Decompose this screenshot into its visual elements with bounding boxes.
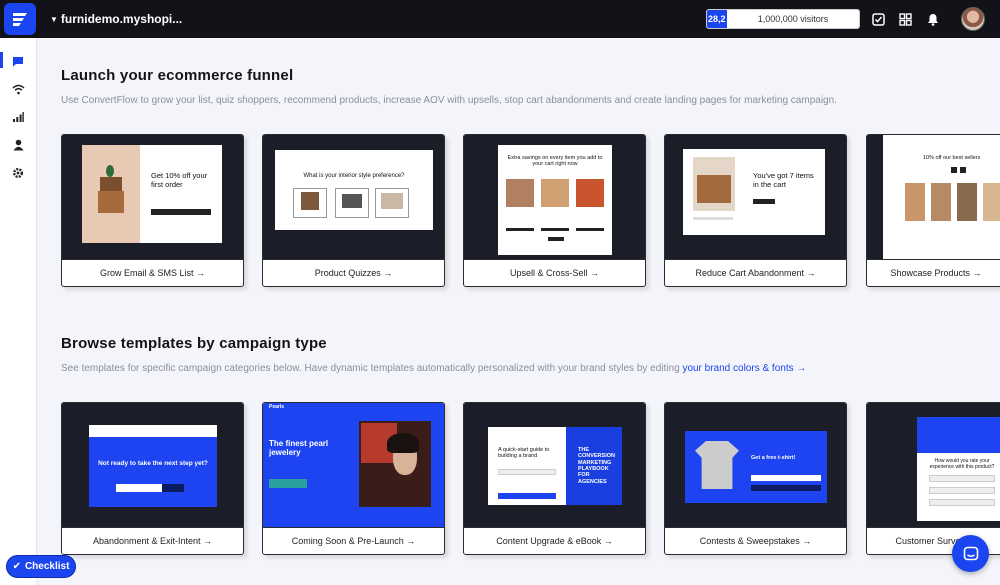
card-label: Contests & Sweepstakes → <box>665 527 846 554</box>
funnel-card-cart-abandonment[interactable]: You've got 7 items in the cart Reduce Ca… <box>664 134 847 287</box>
card-label: Content Upgrade & eBook → <box>464 527 645 554</box>
preview-heading: The finest pearl jewelery <box>269 439 329 458</box>
card-preview: What is your interior style preference? <box>263 135 444 260</box>
preview-heading: A quick-start guide to building a brand <box>498 447 550 460</box>
preview-heading: Get a free t-shirt! <box>751 455 796 461</box>
brand-colors-link[interactable]: your brand colors & fonts → <box>682 363 806 374</box>
card-label: Upsell & Cross-Sell → <box>464 259 645 286</box>
preview-heading: You've got 7 items in the cart <box>753 171 814 189</box>
preview-cover: THE CONVERSION MARKETING PLAYBOOK FOR AG… <box>578 447 615 485</box>
gear-icon[interactable] <box>11 166 25 180</box>
chat-bubble-icon[interactable] <box>11 54 25 68</box>
sidebar-active-indicator <box>0 52 3 68</box>
funnel-section-subtitle: Use ConvertFlow to grow your list, quiz … <box>61 95 837 106</box>
visitor-usage-limit: 1,000,000 visitors <box>757 14 829 24</box>
card-label: Showcase Products → <box>867 259 1000 286</box>
analytics-bars-icon[interactable] <box>11 110 25 124</box>
preview-heading: How would you rate your experience with … <box>929 458 995 470</box>
preview-heading: 10% off our best sellers <box>923 155 981 161</box>
chat-launcher-button[interactable] <box>952 535 989 572</box>
card-preview: You've got 7 items in the cart <box>665 135 846 260</box>
card-preview: A quick-start guide to building a brand … <box>464 403 645 528</box>
visitor-usage-meter[interactable]: 28,2 1,000,000 visitors <box>706 9 860 29</box>
checklist-button[interactable]: ✔ Checklist <box>6 555 76 578</box>
sidebar <box>0 38 37 585</box>
convertflow-logo[interactable] <box>4 3 36 35</box>
templates-section-subtitle: See templates for specific campaign cate… <box>61 363 807 374</box>
funnel-card-upsell[interactable]: Extra savings on every item you add to y… <box>463 134 646 287</box>
card-preview: Get 10% off your first order <box>62 135 243 260</box>
template-card-content-upgrade[interactable]: A quick-start guide to building a brand … <box>463 402 646 555</box>
chat-icon <box>963 546 978 560</box>
preview-question: What is your interior style preference? <box>303 173 405 179</box>
preview-heading: Get 10% off your first order <box>151 171 208 189</box>
preview-brand: Pearls <box>269 404 285 410</box>
top-bar: ▼ furnidemo.myshopi... 28,2 1,000,000 vi… <box>0 0 1000 38</box>
check-icon: ✔ <box>12 561 21 572</box>
user-avatar[interactable] <box>961 7 985 31</box>
card-preview: Pearls The finest pearl jewelery <box>263 403 444 528</box>
preview-heading: Not ready to take the next step yet? <box>98 460 208 467</box>
store-switcher[interactable]: ▼ furnidemo.myshopi... <box>50 12 182 26</box>
template-card-contests[interactable]: Get a free t-shirt! Contests & Sweepstak… <box>664 402 847 555</box>
funnel-card-product-quizzes[interactable]: What is your interior style preference? … <box>262 134 445 287</box>
checklist-label: Checklist <box>24 561 70 572</box>
card-preview: Get a free t-shirt! <box>665 403 846 528</box>
card-preview: Not ready to take the next step yet? <box>62 403 243 528</box>
card-preview: Extra savings on every item you add to y… <box>464 135 645 260</box>
funnel-section-title: Launch your ecommerce funnel <box>61 67 294 84</box>
caret-down-icon: ▼ <box>50 14 58 24</box>
template-card-exit-intent[interactable]: Not ready to take the next step yet? Aba… <box>61 402 244 555</box>
card-label: Reduce Cart Abandonment → <box>665 259 846 286</box>
store-name: furnidemo.myshopi... <box>60 12 183 26</box>
funnel-card-email-sms[interactable]: Get 10% off your first order Grow Email … <box>61 134 244 287</box>
bell-icon[interactable] <box>925 11 941 27</box>
logo-icon <box>13 13 27 26</box>
preview-heading: Extra savings on every item you add to y… <box>507 155 603 168</box>
card-label: Product Quizzes → <box>263 259 444 286</box>
template-card-customer-survey[interactable]: How would you rate your experience with … <box>866 402 1000 555</box>
user-icon[interactable] <box>11 138 25 152</box>
card-preview: How would you rate your experience with … <box>867 403 1000 528</box>
template-card-coming-soon[interactable]: Pearls The finest pearl jewelery Coming … <box>262 402 445 555</box>
visitor-usage-fill: 28,2 <box>707 10 727 28</box>
wifi-icon[interactable] <box>11 82 25 96</box>
templates-section-title: Browse templates by campaign type <box>61 335 327 352</box>
card-preview: 10% off our best sellers <box>867 135 1000 260</box>
card-label: Abandonment & Exit-Intent → <box>62 527 243 554</box>
card-label: Coming Soon & Pre-Launch → <box>263 527 444 554</box>
checklist-icon[interactable] <box>870 11 886 27</box>
card-label: Grow Email & SMS List → <box>62 259 243 286</box>
apps-grid-icon[interactable] <box>897 11 913 27</box>
funnel-card-showcase[interactable]: 10% off our best sellers Showcase Produc… <box>866 134 1000 287</box>
